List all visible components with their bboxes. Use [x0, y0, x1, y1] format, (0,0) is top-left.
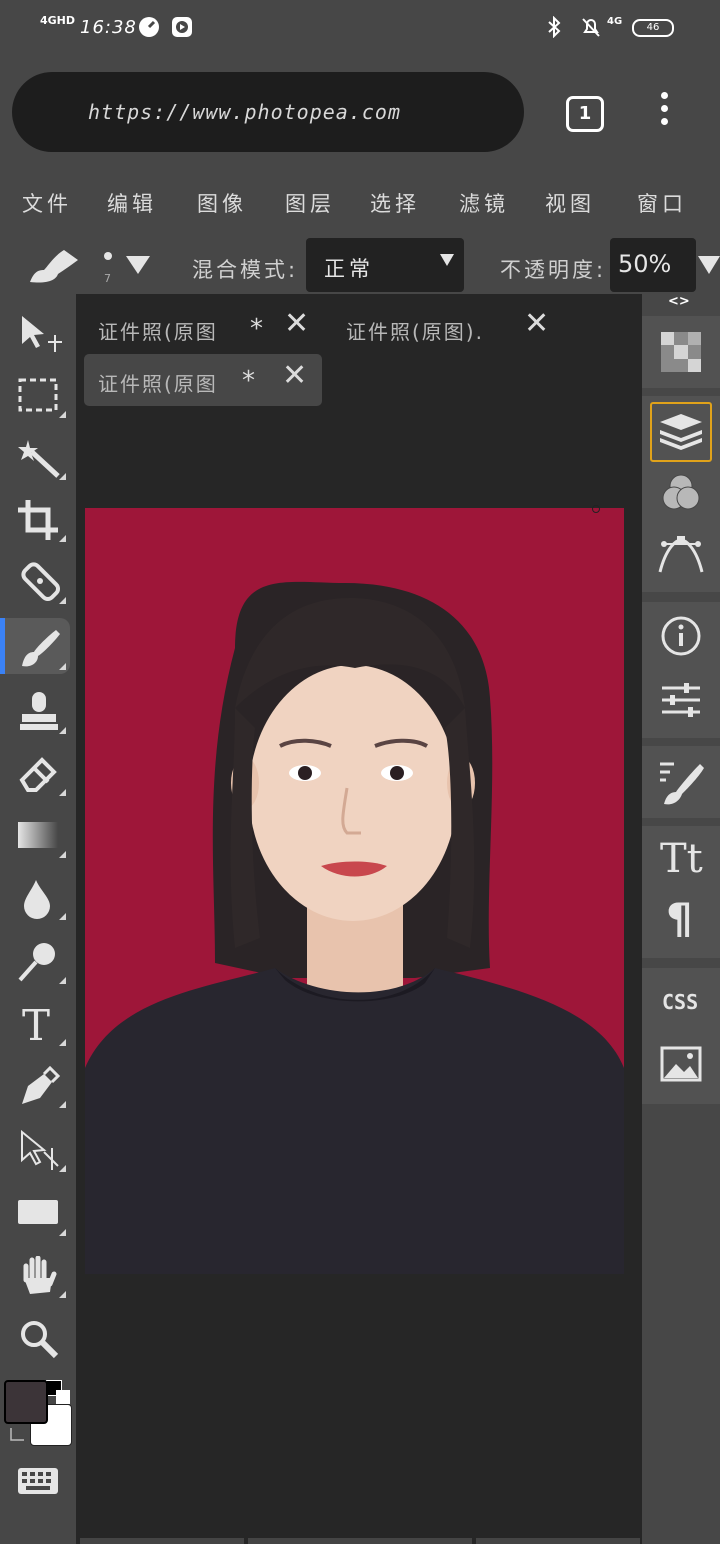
- status-time: 16:38: [80, 17, 137, 38]
- url-text: https://www.photopea.com: [88, 100, 401, 124]
- panel-group-4: [642, 746, 720, 818]
- info-panel-button[interactable]: [650, 608, 712, 664]
- opacity-value: 50%: [618, 250, 672, 278]
- css-icon: CSS: [662, 990, 699, 1014]
- paths-panel-button[interactable]: [650, 526, 712, 582]
- menu-layer[interactable]: 图层: [285, 188, 335, 218]
- foreground-color-swatch[interactable]: [4, 1380, 48, 1424]
- document-tab-1[interactable]: 证件照(原图 * ✕: [84, 302, 324, 354]
- opacity-dropdown-icon[interactable]: [698, 256, 720, 274]
- document-tab-2[interactable]: 证件照(原图). ✕: [332, 302, 562, 354]
- document-tab-3-active[interactable]: 证件照(原图 * ✕: [84, 354, 322, 406]
- clone-stamp-tool[interactable]: [4, 682, 70, 738]
- default-bg-mini: [56, 1390, 70, 1404]
- panel-group-5: Tt ¶: [642, 826, 720, 958]
- healing-brush-tool[interactable]: [4, 552, 70, 608]
- brush-cursor: [592, 505, 600, 513]
- pen-tool[interactable]: [4, 1056, 70, 1112]
- svg-text:T: T: [22, 1004, 50, 1046]
- toolbar: T: [0, 298, 76, 1544]
- network-indicator: 4GHD: [40, 14, 76, 27]
- marquee-tool[interactable]: [4, 366, 70, 422]
- hand-tool[interactable]: [4, 1246, 70, 1302]
- swatches-panel-button[interactable]: [650, 324, 712, 380]
- brush-tool[interactable]: [0, 618, 70, 674]
- menu-window[interactable]: 窗口: [637, 188, 687, 218]
- panel-group-1: [642, 316, 720, 388]
- opacity-input[interactable]: 50%: [610, 238, 696, 292]
- keyboard-icon[interactable]: [18, 1468, 58, 1498]
- brush-size-dropdown-icon[interactable]: [126, 256, 150, 274]
- zoom-tool[interactable]: [4, 1310, 70, 1366]
- adjustments-panel-button[interactable]: [650, 672, 712, 728]
- type-tool[interactable]: T: [4, 994, 70, 1050]
- menu-select[interactable]: 选择: [370, 188, 420, 218]
- eraser-tool[interactable]: [4, 744, 70, 800]
- menu-filter[interactable]: 滤镜: [459, 188, 509, 218]
- mute-bell-icon: [580, 16, 602, 38]
- image-panel-button[interactable]: [650, 1038, 712, 1094]
- menu-file[interactable]: 文件: [22, 188, 72, 218]
- magic-wand-tool[interactable]: [4, 428, 70, 484]
- css-panel-button[interactable]: CSS: [650, 974, 712, 1030]
- panel-group-2: [642, 396, 720, 592]
- play-store-icon: [171, 16, 193, 38]
- character-panel-button[interactable]: Tt: [650, 832, 712, 888]
- blend-mode-value: 正常: [324, 257, 374, 281]
- document-tab-label: 证件照(原图).: [346, 320, 484, 344]
- channels-panel-button[interactable]: [650, 466, 712, 522]
- direct-select-tool[interactable]: [4, 1120, 70, 1176]
- brush-preset-icon[interactable]: [24, 244, 80, 290]
- tab-count-button[interactable]: 1: [566, 96, 604, 132]
- speed-icon: [138, 16, 160, 38]
- close-icon[interactable]: ✕: [282, 358, 309, 393]
- bottom-scrollbar[interactable]: [80, 1538, 244, 1544]
- move-tool[interactable]: [4, 304, 70, 360]
- options-bar: 7 混合模式: 正常 不透明度: 50%: [0, 232, 720, 298]
- character-icon: Tt: [660, 836, 703, 882]
- panel-toggle-button[interactable]: <>: [668, 294, 690, 309]
- chevron-down-icon: [440, 254, 454, 266]
- paragraph-panel-button[interactable]: ¶: [650, 892, 712, 948]
- menu-edit[interactable]: 编辑: [107, 188, 157, 218]
- status-bar: 4GHD 16:38 4G 46: [0, 0, 720, 56]
- document-tab-label: 证件照(原图: [98, 372, 218, 396]
- close-icon[interactable]: ✕: [284, 306, 311, 341]
- bottom-scrollbar[interactable]: [476, 1538, 640, 1544]
- blur-tool[interactable]: [4, 868, 70, 924]
- panel-group-6: CSS: [642, 968, 720, 1104]
- unsaved-mark: *: [250, 314, 265, 344]
- url-bar[interactable]: https://www.photopea.com: [12, 72, 524, 152]
- layers-panel-button[interactable]: [650, 402, 712, 462]
- blend-mode-select[interactable]: 正常: [306, 238, 464, 292]
- gradient-tool[interactable]: [4, 806, 70, 862]
- blend-mode-label: 混合模式:: [192, 258, 299, 282]
- menu-bar: 文件 编辑 图像 图层 选择 滤镜 视图 窗口: [0, 170, 720, 232]
- bluetooth-icon: [543, 15, 565, 39]
- battery-indicator: 46: [632, 19, 674, 37]
- menu-view[interactable]: 视图: [545, 188, 595, 218]
- unsaved-mark: *: [242, 366, 257, 396]
- paragraph-icon: ¶: [666, 894, 693, 943]
- brush-size-value: 7: [104, 272, 111, 285]
- rectangle-tool[interactable]: [4, 1184, 70, 1240]
- panel-group-3: [642, 602, 720, 738]
- swap-colors-icon[interactable]: [8, 1426, 26, 1444]
- canvas-image[interactable]: [85, 508, 624, 1274]
- browser-menu-button[interactable]: [652, 92, 676, 132]
- dodge-tool[interactable]: [4, 932, 70, 988]
- portrait-photo: [85, 581, 624, 1274]
- network-right: 4G: [607, 16, 623, 27]
- brush-settings-panel-button[interactable]: [650, 754, 712, 810]
- menu-image[interactable]: 图像: [197, 188, 247, 218]
- close-icon[interactable]: ✕: [524, 306, 551, 341]
- bottom-scrollbar[interactable]: [248, 1538, 472, 1544]
- right-panel: <> Tt ¶ CSS: [642, 294, 720, 1544]
- brush-size-dot: [104, 252, 112, 260]
- opacity-label: 不透明度:: [500, 258, 607, 282]
- document-tab-label: 证件照(原图: [98, 320, 218, 344]
- crop-tool[interactable]: [4, 490, 70, 546]
